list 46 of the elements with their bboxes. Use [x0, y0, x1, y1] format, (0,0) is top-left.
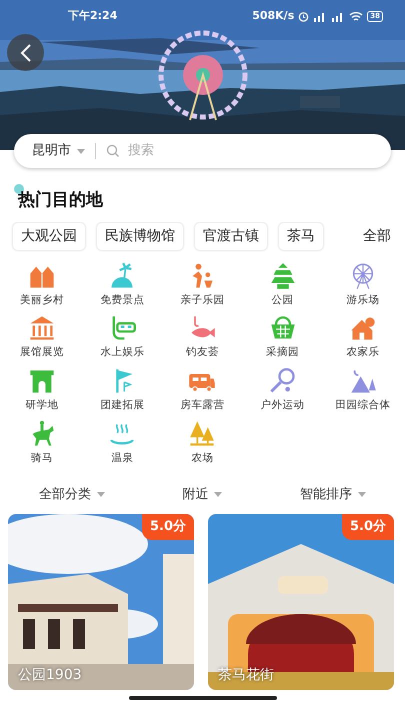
caret-icon — [96, 492, 105, 497]
network-speed: 508K/s — [252, 8, 294, 24]
racket-icon — [268, 367, 297, 395]
museum-icon — [28, 314, 56, 342]
card-title: 公园1903 — [18, 666, 82, 685]
wifi-icon — [349, 10, 364, 22]
category-item[interactable]: 水上娱乐 — [82, 314, 162, 361]
section-title: 热门目的地 — [18, 190, 103, 210]
destination-chip[interactable]: 官渡古镇 — [194, 222, 268, 251]
city-selector[interactable]: 昆明市 — [32, 141, 85, 161]
category-item[interactable]: 游乐场 — [322, 262, 403, 308]
category-item[interactable]: 团建拓展 — [82, 367, 162, 414]
filter-dropdown[interactable]: 智能排序 — [300, 484, 366, 504]
destination-chip[interactable]: 茶马 — [278, 222, 324, 251]
trees-icon — [188, 420, 216, 448]
caret-icon — [214, 492, 222, 497]
category-item[interactable]: 采摘园 — [242, 314, 323, 361]
category-item[interactable]: 美丽乡村 — [2, 262, 82, 308]
category-item[interactable]: 骑马 — [2, 420, 82, 466]
category-item[interactable]: 温泉 — [82, 420, 162, 466]
category-item[interactable]: 亲子乐园 — [162, 262, 243, 308]
category-item[interactable]: 农场 — [162, 420, 243, 466]
caret-icon — [77, 148, 85, 154]
score-badge: 5.0分 — [142, 514, 194, 540]
filter-dropdown[interactable]: 全部分类 — [38, 484, 105, 504]
score-badge: 5.0分 — [342, 514, 394, 540]
search-field[interactable]: 昆明市 搜索 — [14, 134, 391, 168]
alarm-icon — [298, 10, 310, 22]
category-item[interactable]: 户外运动 — [242, 367, 323, 414]
category-item[interactable]: 展馆展览 — [2, 314, 82, 361]
pagoda-icon — [268, 262, 297, 290]
category-item[interactable]: 房车露营 — [162, 367, 243, 414]
category-item[interactable]: 农家乐 — [322, 314, 403, 361]
chevron-left-icon — [18, 42, 32, 62]
category-item[interactable]: 公园 — [242, 262, 323, 308]
destination-chip[interactable]: 大观公园 — [12, 222, 86, 251]
destination-chip[interactable]: 民族博物馆 — [96, 222, 184, 251]
status-time: 下午2:24 — [68, 8, 118, 24]
category-item[interactable]: 免费景点 — [82, 262, 162, 308]
category-item[interactable]: 钓友荟 — [162, 314, 243, 361]
caret-icon — [358, 492, 366, 497]
filter-dropdown[interactable]: 附近 — [182, 484, 222, 504]
category-item[interactable]: 田园综合体 — [322, 367, 403, 414]
category-item[interactable]: 研学地 — [2, 367, 82, 414]
card-title: 茶马花街 — [218, 666, 274, 685]
search-icon — [106, 144, 120, 158]
